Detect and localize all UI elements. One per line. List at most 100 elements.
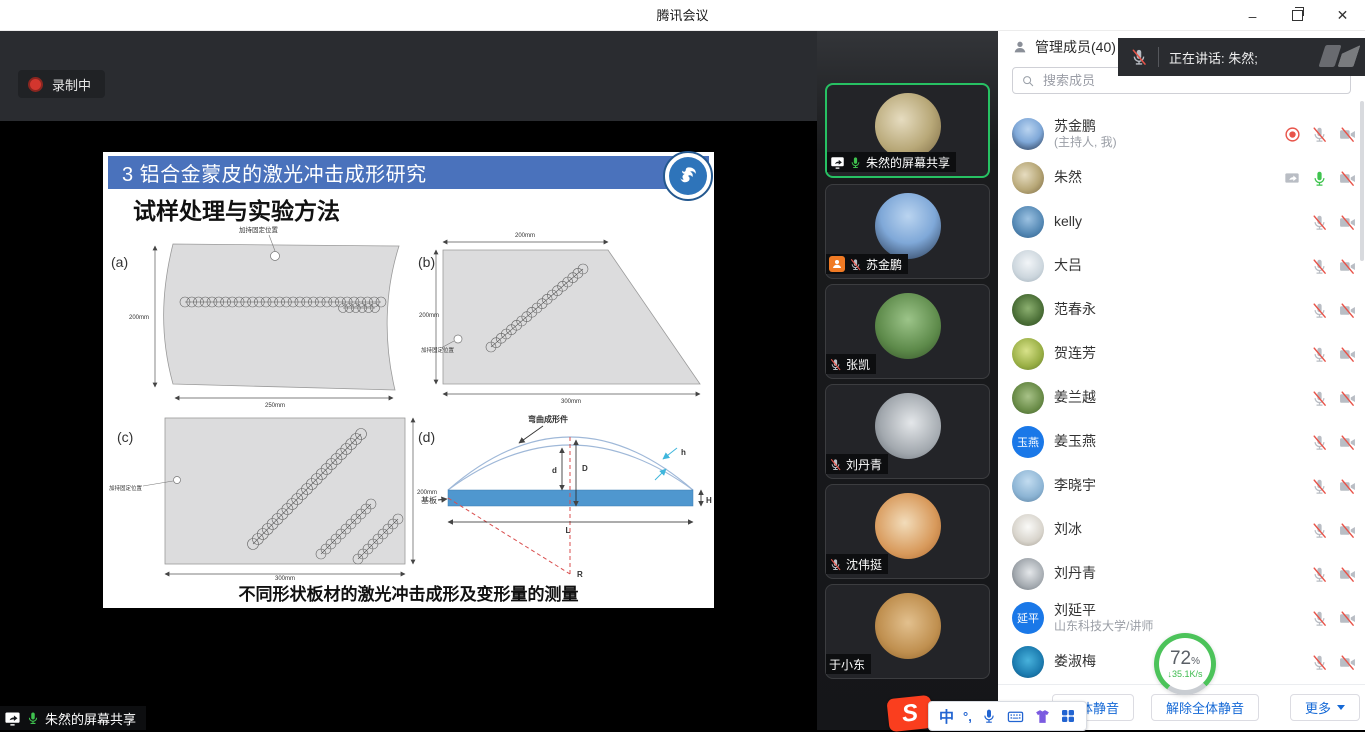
- member-row[interactable]: 姜兰越: [998, 376, 1365, 420]
- ime-mode-button[interactable]: 中: [939, 706, 954, 727]
- network-status-widget[interactable]: 72% ↓35.1K/s: [1154, 633, 1216, 695]
- svg-text:基板: 基板: [421, 495, 437, 505]
- keyboard-icon[interactable]: [1006, 708, 1025, 725]
- member-row[interactable]: 大吕: [998, 244, 1365, 288]
- camera-muted-icon[interactable]: [1338, 478, 1357, 495]
- sogou-logo-icon[interactable]: S: [886, 695, 933, 732]
- thumbnail-zhangkai[interactable]: 张凯: [825, 284, 990, 379]
- svg-text:R: R: [577, 570, 583, 579]
- thumbnail-shenweiting[interactable]: 沈伟挺: [825, 484, 990, 579]
- svg-text:加持固定位置: 加持固定位置: [421, 346, 455, 354]
- mic-muted-icon[interactable]: [1311, 522, 1328, 539]
- svg-text:(a): (a): [111, 254, 128, 270]
- svg-text:H: H: [706, 496, 712, 505]
- recording-label: 录制中: [52, 75, 91, 94]
- member-icon: [1012, 39, 1028, 55]
- thumbnail-zhuran-share[interactable]: 朱然的屏幕共享: [825, 83, 990, 178]
- svg-text:200mm: 200mm: [129, 315, 149, 321]
- restore-icon: [1292, 10, 1303, 21]
- camera-muted-icon[interactable]: [1338, 346, 1357, 363]
- scrollbar[interactable]: [1360, 101, 1364, 261]
- mic-muted-icon[interactable]: [1311, 654, 1328, 671]
- mic-muted-icon[interactable]: [1311, 258, 1328, 275]
- presenter-share-label: 朱然的屏幕共享: [45, 709, 136, 728]
- voice-input-icon[interactable]: [981, 708, 997, 724]
- member-row[interactable]: kelly: [998, 200, 1365, 244]
- camera-muted-icon[interactable]: [1338, 610, 1357, 627]
- mic-muted-icon: [829, 358, 842, 371]
- record-dot-icon: [28, 77, 43, 92]
- toolbox-grid-icon[interactable]: [1060, 708, 1076, 724]
- mic-muted-icon[interactable]: [1311, 566, 1328, 583]
- thumbnail-liudanqing[interactable]: 刘丹青: [825, 384, 990, 479]
- svg-text:(c): (c): [117, 429, 133, 445]
- camera-muted-icon[interactable]: [1338, 126, 1357, 143]
- restore-button[interactable]: [1275, 0, 1320, 31]
- members-panel: 管理成员(40) 苏金鹏 (主持人, 我) 朱然: [998, 31, 1365, 730]
- member-row[interactable]: 玉燕 姜玉燕: [998, 420, 1365, 464]
- mic-muted-icon[interactable]: [1311, 478, 1328, 495]
- camera-muted-icon[interactable]: [1338, 214, 1357, 231]
- camera-muted-icon[interactable]: [1338, 302, 1357, 319]
- mic-muted-icon[interactable]: [1311, 434, 1328, 451]
- mic-muted-icon[interactable]: [1311, 610, 1328, 627]
- presentation-slide: 3 铝合金蒙皮的激光冲击成形研究 试样处理与实验方法 (a) 加持固定位置: [103, 152, 714, 608]
- member-row[interactable]: 刘冰: [998, 508, 1365, 552]
- thumbnail-sujinpeng[interactable]: 苏金鹏: [825, 184, 990, 279]
- host-badge-icon: [829, 256, 845, 272]
- camera-muted-icon[interactable]: [1338, 566, 1357, 583]
- mic-muted-icon[interactable]: [1311, 390, 1328, 407]
- camera-muted-icon[interactable]: [1338, 434, 1357, 451]
- avatar: [1012, 558, 1044, 590]
- avatar: [1012, 338, 1044, 370]
- member-name: 刘延平: [1054, 602, 1153, 620]
- search-icon: [1021, 74, 1035, 88]
- member-row[interactable]: 李晓宇: [998, 464, 1365, 508]
- university-logo: [663, 151, 713, 201]
- toast-watermark: [1322, 45, 1357, 67]
- mic-muted-icon[interactable]: [1311, 126, 1328, 143]
- mic-muted-icon[interactable]: [1311, 302, 1328, 319]
- mic-muted-icon: [1130, 48, 1148, 66]
- recording-icon: [1284, 126, 1301, 143]
- member-row[interactable]: 刘丹青: [998, 552, 1365, 596]
- thumbnail-label: 刘丹青: [846, 456, 882, 473]
- member-row[interactable]: 苏金鹏 (主持人, 我): [998, 112, 1365, 156]
- thumbnail-yuxiaodong[interactable]: 于小东: [825, 584, 990, 679]
- camera-muted-icon[interactable]: [1338, 170, 1357, 187]
- svg-text:h: h: [681, 448, 686, 457]
- download-speed: ↓35.1K/s: [1167, 669, 1202, 679]
- mic-muted-icon: [829, 558, 842, 571]
- close-button[interactable]: ✕: [1320, 0, 1365, 31]
- member-row[interactable]: 贺连芳: [998, 332, 1365, 376]
- member-name: 范春永: [1054, 301, 1096, 319]
- camera-muted-icon[interactable]: [1338, 522, 1357, 539]
- mic-muted-icon[interactable]: [1311, 214, 1328, 231]
- svg-text:300mm: 300mm: [561, 399, 581, 405]
- avatar: [875, 93, 941, 159]
- avatar: 玉燕: [1012, 426, 1044, 458]
- recording-badge: 录制中: [18, 70, 105, 98]
- figure-a: (a) 加持固定位置 200mm 250mm: [111, 225, 399, 409]
- svg-text:250mm: 250mm: [265, 403, 285, 409]
- minimize-button[interactable]: –: [1230, 0, 1275, 31]
- more-button[interactable]: 更多: [1290, 694, 1360, 721]
- ime-punctuation-button[interactable]: °,: [963, 709, 972, 724]
- member-row[interactable]: 范春永: [998, 288, 1365, 332]
- avatar: [1012, 514, 1044, 546]
- member-subtitle: (主持人, 我): [1054, 135, 1117, 150]
- screen-share-icon: [4, 710, 21, 727]
- member-row[interactable]: 朱然: [998, 156, 1365, 200]
- svg-text:(b): (b): [418, 254, 435, 270]
- camera-muted-icon[interactable]: [1338, 258, 1357, 275]
- camera-muted-icon[interactable]: [1338, 654, 1357, 671]
- member-name: kelly: [1054, 213, 1082, 231]
- unmute-all-button[interactable]: 解除全体静音: [1151, 694, 1259, 721]
- mic-muted-icon: [829, 458, 842, 471]
- mic-muted-icon[interactable]: [1311, 346, 1328, 363]
- avatar: [875, 193, 941, 259]
- window-titlebar: 腾讯会议 – ✕: [0, 0, 1365, 31]
- mic-on-icon[interactable]: [1311, 170, 1328, 187]
- skin-icon[interactable]: [1034, 708, 1051, 725]
- camera-muted-icon[interactable]: [1338, 390, 1357, 407]
